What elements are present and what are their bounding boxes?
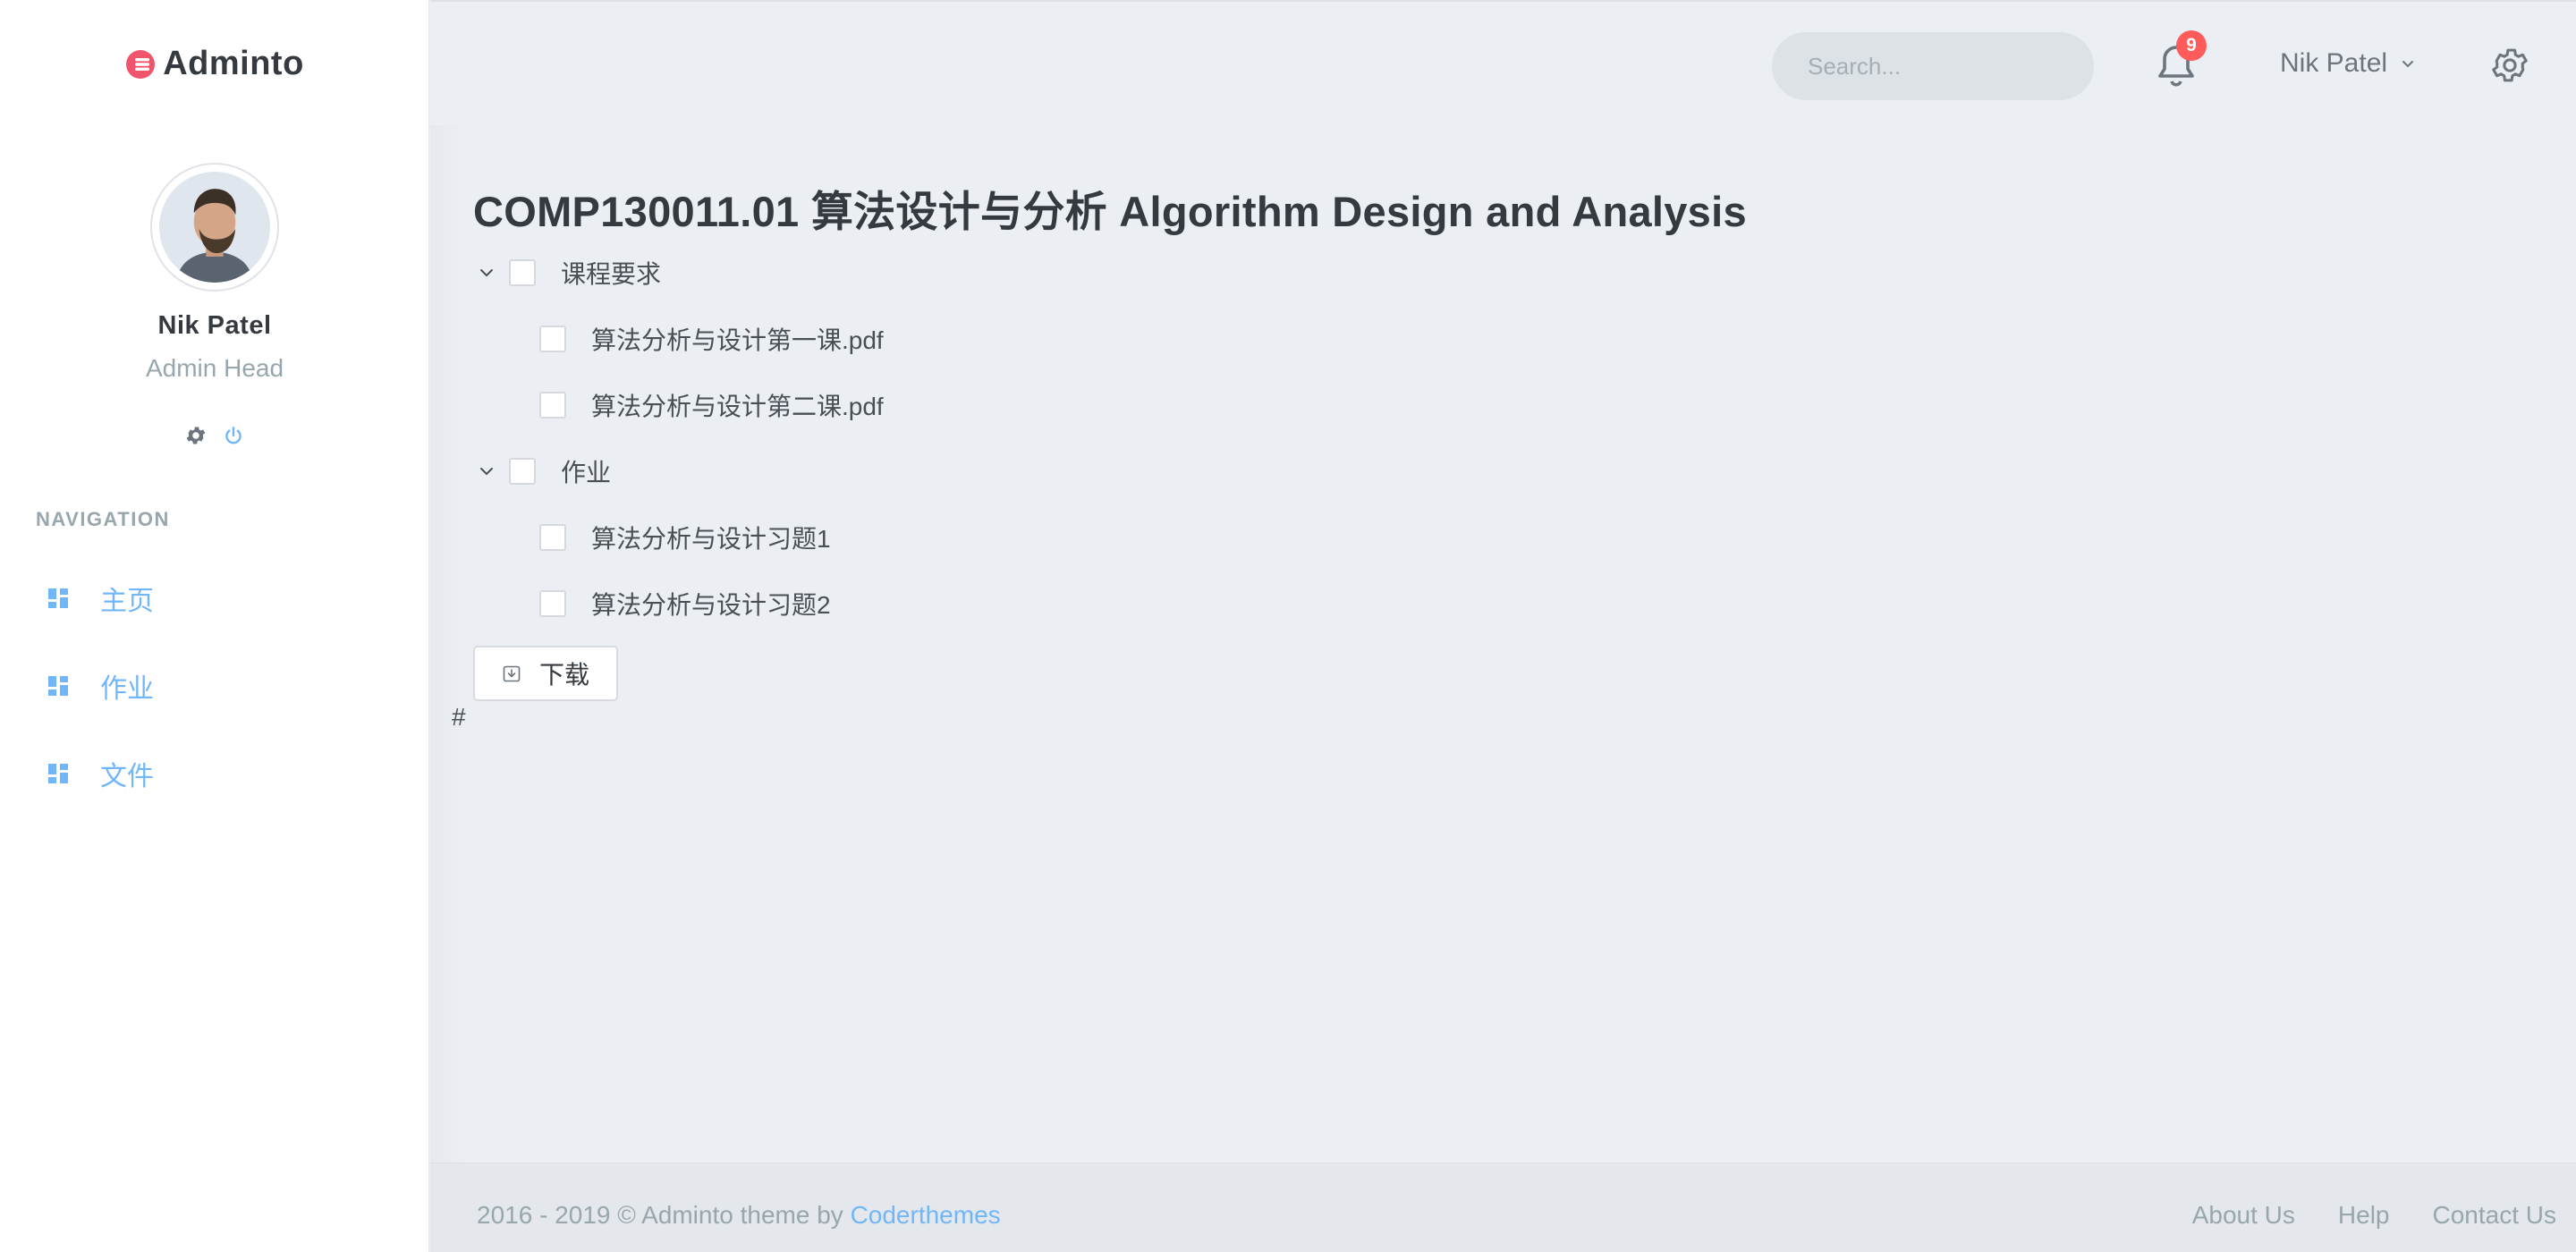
content-shadow [430,125,466,1163]
tree-checkbox[interactable] [539,392,566,419]
tree-checkbox[interactable] [509,458,536,485]
footer-link-contact[interactable]: Contact Us [2433,1201,2557,1230]
file-tree: 课程要求 算法分析与设计第一课.pdf 算法分析与设计第二课.pdf 作业 算法… [473,240,1546,637]
app-logo[interactable]: Adminto [0,45,429,83]
chevron-down-icon[interactable] [473,458,500,485]
tree-checkbox[interactable] [509,259,536,286]
search-box[interactable] [1772,32,2107,100]
download-icon [503,665,521,682]
sidebar-item-homework[interactable]: 作业 [0,642,429,730]
file-label: 算法分析与设计第一课.pdf [591,326,884,354]
settings-button[interactable] [2489,45,2530,86]
file-label: 算法分析与设计第二课.pdf [591,393,884,420]
user-menu[interactable]: Nik Patel [2280,48,2416,79]
gear-icon[interactable] [184,424,208,447]
chevron-down-icon [2402,61,2414,68]
gear-icon [2492,48,2528,82]
footer: 2016 - 2019 © Adminto theme by Coderthem… [430,1163,2576,1252]
sidebar-item-label: 文件 [100,762,154,791]
download-button[interactable]: 下载 [473,646,618,701]
tree-file: 算法分析与设计第一课.pdf [473,306,1546,372]
sidebar-item-home[interactable]: 主页 [0,554,429,642]
tree-checkbox[interactable] [539,590,566,617]
notifications-button[interactable]: 9 [2155,30,2207,89]
footer-copyright: 2016 - 2019 © Adminto theme by Coderthem… [477,1201,1001,1230]
nav-list: 主页 作业 文件 [0,554,429,817]
tree-file: 算法分析与设计习题1 [473,504,1546,571]
user-actions [0,424,429,447]
logo-icon [126,49,156,79]
main-content: COMP130011.01 算法设计与分析 Algorithm Design a… [430,125,2576,1163]
footer-link-about[interactable]: About Us [2192,1201,2295,1230]
sidebar-item-label: 作业 [100,674,154,704]
dashboard-icon [48,764,68,783]
sidebar: Adminto Nik Patel Admin Head NAVIGATION … [0,0,429,1252]
footer-link-help[interactable]: Help [2338,1201,2390,1230]
sidebar-item-files[interactable]: 文件 [0,730,429,817]
tree-folder: 作业 [473,438,1546,504]
user-role: Admin Head [145,354,284,382]
file-label: 算法分析与设计习题1 [591,525,831,553]
tree-file: 算法分析与设计第二课.pdf [473,372,1546,438]
dashboard-icon [48,676,68,696]
nav-title: NAVIGATION [36,508,170,530]
user-menu-name: Nik Patel [2280,48,2388,78]
coderthemes-link[interactable]: Coderthemes [851,1201,1001,1229]
download-label: 下载 [538,661,589,689]
chevron-down-icon[interactable] [473,259,500,286]
avatar[interactable] [150,163,279,292]
dashboard-icon [48,588,68,608]
copyright-text: 2016 - 2019 © Adminto theme by [477,1201,851,1229]
tree-file: 算法分析与设计习题2 [473,571,1546,637]
avatar-image [159,172,270,283]
topbar: 9 Nik Patel [430,0,2576,125]
tree-checkbox[interactable] [539,326,566,352]
footer-links: About Us Help Contact Us [2192,1201,2556,1230]
folder-label: 课程要求 [561,260,662,288]
sidebar-item-label: 主页 [100,587,154,616]
tree-folder: 课程要求 [473,240,1546,306]
app-name: Adminto [163,45,304,82]
file-label: 算法分析与设计习题2 [591,591,831,619]
notification-badge: 9 [2176,30,2207,61]
search-input[interactable] [1808,52,2107,80]
app-root: Adminto Nik Patel Admin Head NAVIGATION … [0,0,2576,1252]
page-title: COMP130011.01 算法设计与分析 Algorithm Design a… [473,188,1747,235]
power-icon[interactable] [222,424,245,447]
tree-checkbox[interactable] [539,524,566,551]
user-name: Nik Patel [157,311,272,340]
folder-label: 作业 [561,459,612,486]
hash-text: # [452,703,466,731]
